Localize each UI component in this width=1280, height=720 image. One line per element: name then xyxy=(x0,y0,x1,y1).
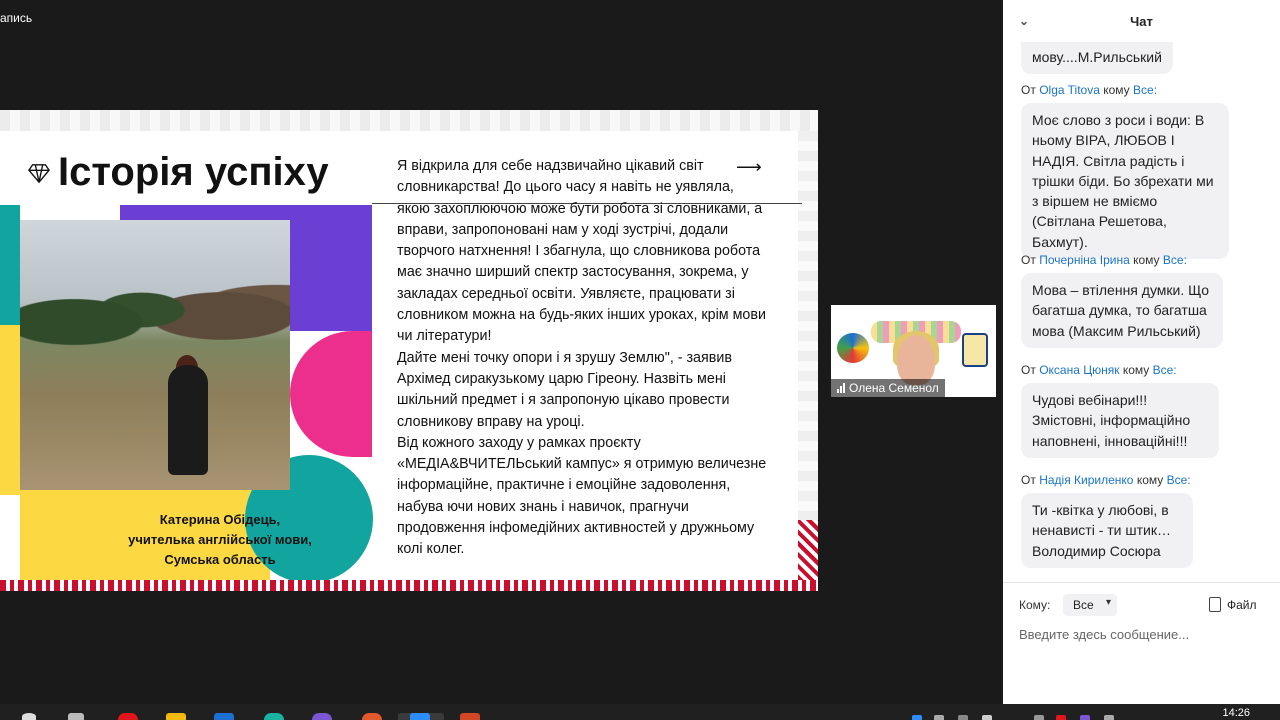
caption-name: Катерина Обідець, xyxy=(159,512,281,527)
embroidery-corner xyxy=(798,520,818,580)
embroidery-border-bottom xyxy=(0,580,818,591)
tray-zoom-icon[interactable] xyxy=(912,715,922,720)
photo-caption: Катерина Обідець, учителька англійської … xyxy=(95,510,345,570)
chevron-down-icon: ▾ xyxy=(1105,597,1111,608)
slide-title: Історія успіху xyxy=(28,150,329,195)
recipient-name[interactable]: Все: xyxy=(1163,253,1187,267)
slide-title-text: Історія успіху xyxy=(58,150,329,194)
sender-name[interactable]: Olga Titova xyxy=(1039,83,1100,97)
file-icon xyxy=(1209,597,1221,612)
tray-icon[interactable] xyxy=(958,715,968,720)
caption-region: Сумська область xyxy=(164,552,276,567)
app-icon[interactable] xyxy=(362,713,382,720)
from-word: От xyxy=(1021,473,1036,487)
search-icon[interactable] xyxy=(22,713,36,720)
edge-icon[interactable] xyxy=(264,713,284,720)
to-word: кому xyxy=(1103,83,1130,97)
decor-teal-block xyxy=(0,205,20,325)
diamond-icon xyxy=(28,163,50,183)
windows-taskbar: 14:26 xyxy=(0,704,1280,720)
slide-body-text: Я відкрила для себе надзвичайно цікавий … xyxy=(397,156,769,561)
photo-person xyxy=(168,365,208,475)
opera-icon[interactable] xyxy=(118,713,138,720)
to-label: Кому: xyxy=(1019,598,1051,612)
tray-icon[interactable] xyxy=(1104,715,1114,720)
participant-face xyxy=(897,335,935,385)
sender-name[interactable]: Оксана Цюняк xyxy=(1039,363,1119,377)
recipient-name[interactable]: Все: xyxy=(1133,83,1157,97)
lace-border-right xyxy=(798,131,818,531)
to-word: кому xyxy=(1136,473,1164,487)
recipient-select[interactable]: Все ▾ xyxy=(1063,594,1117,616)
to-word: кому xyxy=(1133,253,1160,267)
slide-paragraph: Дайте мені точку опори і я зрушу Землю",… xyxy=(397,349,732,430)
tray-icon[interactable] xyxy=(982,715,992,720)
recipient-select-value: Все xyxy=(1073,598,1094,612)
shared-slide: Історія успіху ⟶ Катерина Обідець, учите… xyxy=(0,110,818,591)
from-word: От xyxy=(1021,83,1036,97)
taskbar-clock[interactable]: 14:26 xyxy=(1222,707,1250,719)
message-bubble: мову....М.Рильський xyxy=(1021,42,1173,75)
sender-name[interactable]: Почерніна Ірина xyxy=(1039,253,1130,267)
chat-message: От Оксана Цюняк кому Все: Чудові вебінар… xyxy=(1021,363,1219,458)
meeting-stage: апись Історія успіху ⟶ Катерина Обідець,… xyxy=(0,0,1003,704)
tray-icon[interactable] xyxy=(1080,715,1090,720)
message-meta: От Надія Кириленко кому Все: xyxy=(1021,473,1193,487)
chat-messages[interactable]: мову....М.Рильський От Olga Titova кому … xyxy=(1003,42,1280,582)
message-bubble: Чудові вебінари!!! Змістовні, інформацій… xyxy=(1021,383,1219,458)
tray-icon[interactable] xyxy=(1034,715,1044,720)
recording-label: апись xyxy=(0,11,33,25)
viber-icon[interactable] xyxy=(312,713,332,720)
from-word: От xyxy=(1021,253,1036,267)
logo-left xyxy=(837,333,869,363)
participant-video[interactable]: Олена Семенол xyxy=(831,305,996,397)
chat-message: От Почерніна Ірина кому Все: Мова – втіл… xyxy=(1021,253,1223,348)
recipient-name[interactable]: Все: xyxy=(1167,473,1191,487)
tray-icon[interactable] xyxy=(934,715,944,720)
message-meta: От Почерніна Ірина кому Все: xyxy=(1021,253,1223,267)
chat-panel: ⌄ Чат мову....М.Рильський От Olga Titova… xyxy=(1003,0,1280,704)
lace-border-top xyxy=(0,110,818,131)
decor-pink-halfcircle xyxy=(290,331,372,457)
tray-icon[interactable] xyxy=(1056,715,1066,720)
chat-message: От Надія Кириленко кому Все: Ти -квітка … xyxy=(1021,473,1193,568)
message-bubble: Мова – втілення думки. Що багатша думка,… xyxy=(1021,273,1223,348)
file-button[interactable]: Файл xyxy=(1209,597,1257,612)
message-bubble: Моє слово з роси і води: В ньому ВІРА, Л… xyxy=(1021,103,1229,260)
powerpoint-icon[interactable] xyxy=(460,713,480,720)
slide-paragraph: Від кожного заходу у рамках проєкту «МЕД… xyxy=(397,434,767,558)
chat-header: ⌄ Чат xyxy=(1003,0,1280,42)
logo-right xyxy=(962,333,988,367)
message-meta: От Olga Titova кому Все: xyxy=(1021,83,1229,97)
sender-name[interactable]: Надія Кириленко xyxy=(1039,473,1133,487)
store-icon[interactable] xyxy=(214,713,234,720)
file-button-label: Файл xyxy=(1227,597,1257,612)
chat-message-partial: мову....М.Рильський xyxy=(1021,42,1173,75)
photo-trees xyxy=(20,250,290,370)
chat-divider xyxy=(1003,582,1280,583)
from-word: От xyxy=(1021,363,1036,377)
to-word: кому xyxy=(1122,363,1150,377)
zoom-icon[interactable] xyxy=(410,713,430,720)
participant-name: Олена Семенол xyxy=(849,381,939,395)
participant-name-tag: Олена Семенол xyxy=(831,379,945,397)
chat-title: Чат xyxy=(1130,13,1153,29)
file-explorer-icon[interactable] xyxy=(166,713,186,720)
slide-paragraph: Я відкрила для себе надзвичайно цікавий … xyxy=(397,158,766,345)
signal-bars-icon xyxy=(837,383,845,393)
decor-yellow-strip xyxy=(0,325,20,495)
message-bubble: Ти -квітка у любові, в ненависті - ти шт… xyxy=(1021,493,1193,568)
chevron-down-icon[interactable]: ⌄ xyxy=(1019,14,1033,28)
task-view-icon[interactable] xyxy=(68,713,84,720)
chat-message-input[interactable] xyxy=(1019,624,1264,644)
message-meta: От Оксана Цюняк кому Все: xyxy=(1021,363,1219,377)
chat-message: От Olga Titova кому Все: Моє слово з рос… xyxy=(1021,83,1229,260)
recipient-name[interactable]: Все: xyxy=(1153,363,1177,377)
caption-role: учителька англійської мови, xyxy=(128,532,312,547)
teacher-photo xyxy=(20,220,290,490)
